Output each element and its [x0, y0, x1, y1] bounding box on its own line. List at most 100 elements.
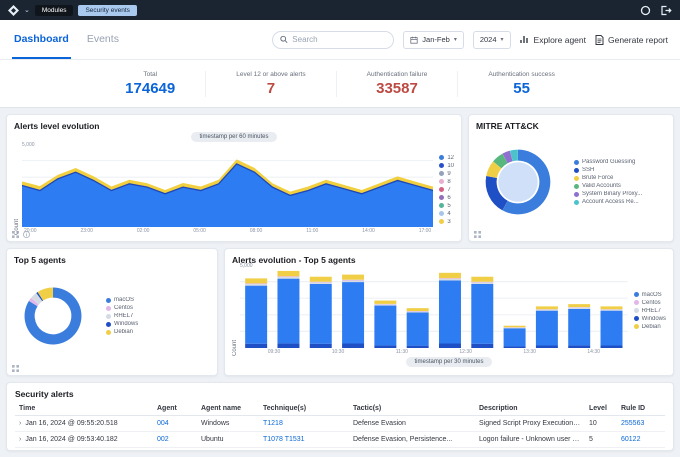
bar-segment-Debian[interactable]	[309, 276, 332, 282]
bar-segment-Centos[interactable]	[438, 278, 461, 279]
modules-breadcrumb-chip[interactable]: Modules	[34, 4, 74, 16]
bar-segment-Centos[interactable]	[309, 281, 332, 283]
bar-segment-macOS[interactable]	[309, 283, 332, 344]
donut-slice-RHEL7[interactable]	[31, 293, 43, 305]
legend-item[interactable]: 8	[439, 179, 454, 185]
bar-segment-macOS[interactable]	[535, 310, 558, 346]
column-header-time[interactable]: Time	[15, 402, 153, 416]
agent-id-link[interactable]: 004	[157, 420, 169, 427]
technique-link[interactable]: T1531	[285, 436, 305, 443]
column-header-agent[interactable]: Agent	[153, 402, 197, 416]
bar-segment-Centos[interactable]	[342, 279, 365, 281]
bar-segment-Debian[interactable]	[503, 325, 526, 328]
panel-grid-icon[interactable]	[12, 231, 19, 238]
bar-segment-RHEL7[interactable]	[600, 309, 623, 311]
info-icon[interactable]	[23, 231, 30, 238]
date-range-select[interactable]: Jan-Feb ▾	[403, 30, 464, 49]
bar-segment-RHEL7[interactable]	[406, 311, 429, 313]
donut-slice-Brute Force[interactable]	[486, 161, 502, 179]
column-header-technique-s-[interactable]: Technique(s)	[259, 402, 349, 416]
generate-report-button[interactable]: Generate report	[595, 34, 668, 45]
chevron-down-icon[interactable]: ⌄	[24, 6, 30, 14]
explore-agent-button[interactable]: Explore agent	[519, 35, 586, 45]
donut-slice-Debian[interactable]	[37, 287, 54, 301]
legend-item[interactable]: 7	[439, 187, 454, 193]
top-agents-donut-chart[interactable]	[14, 277, 92, 355]
bar-segment-macOS[interactable]	[406, 312, 429, 346]
bar-segment-RHEL7[interactable]	[535, 309, 558, 311]
expand-row-icon[interactable]: ›	[19, 436, 21, 443]
column-header-level[interactable]: Level	[585, 402, 617, 416]
column-header-description[interactable]: Description	[475, 402, 585, 416]
panel-grid-icon[interactable]	[12, 365, 19, 372]
expand-row-icon[interactable]: ›	[19, 420, 21, 427]
bar-segment-Debian[interactable]	[374, 300, 397, 304]
bar-segment-macOS[interactable]	[374, 305, 397, 346]
app-logo-icon[interactable]	[8, 4, 19, 16]
rule-id-link[interactable]: 60122	[621, 436, 640, 443]
bar-segment-Centos[interactable]	[245, 283, 268, 285]
bar-segment-Centos[interactable]	[471, 281, 494, 283]
bar-segment-macOS[interactable]	[568, 308, 591, 346]
donut-slice-Windows[interactable]	[36, 292, 44, 302]
security-events-breadcrumb-chip[interactable]: Security events	[78, 4, 137, 16]
legend-item[interactable]: Debian	[106, 329, 138, 335]
panel-grid-icon[interactable]	[474, 231, 481, 238]
bar-segment-macOS[interactable]	[342, 282, 365, 344]
bar-segment-RHEL7[interactable]	[277, 276, 300, 279]
legend-item[interactable]: Centos	[633, 300, 666, 306]
bar-segment-Debian[interactable]	[535, 306, 558, 310]
legend-item[interactable]: SSH	[574, 167, 642, 173]
legend-item[interactable]: RHEL7	[633, 308, 666, 314]
bar-segment-Debian[interactable]	[438, 272, 461, 279]
tab-events[interactable]: Events	[85, 20, 121, 59]
legend-item[interactable]: macOS	[633, 292, 666, 298]
bar-chart-svg[interactable]	[240, 265, 628, 348]
legend-item[interactable]: Valid Accounts	[574, 183, 642, 189]
bar-segment-Debian[interactable]	[600, 306, 623, 310]
bar-segment-Debian[interactable]	[471, 276, 494, 282]
agent-id-link[interactable]: 002	[157, 436, 169, 443]
area-chart[interactable]: 5,000 20:00 23:00 02:00 05:00 08:00 11:00 14:0…	[22, 142, 434, 235]
legend-item[interactable]: System Binary Proxy...	[574, 191, 642, 197]
legend-item[interactable]: 6	[439, 195, 454, 201]
mitre-donut-chart[interactable]	[476, 140, 560, 224]
bar-segment-macOS[interactable]	[277, 278, 300, 344]
column-header-tactic-s-[interactable]: Tactic(s)	[349, 402, 475, 416]
technique-link[interactable]: T1078	[263, 436, 283, 443]
legend-item[interactable]: 12	[439, 155, 454, 161]
rule-id-link[interactable]: 255563	[621, 420, 644, 427]
logout-icon[interactable]	[660, 5, 672, 16]
legend-item[interactable]: 10	[439, 163, 454, 169]
bar-segment-macOS[interactable]	[438, 280, 461, 344]
bar-segment-RHEL7[interactable]	[438, 278, 461, 281]
status-ring-icon[interactable]	[640, 5, 651, 16]
technique-link[interactable]: T1218	[263, 420, 283, 427]
donut-slice-System Binary Proxy...[interactable]	[502, 150, 513, 164]
bar-segment-Debian[interactable]	[277, 270, 300, 277]
bar-segment-macOS[interactable]	[471, 283, 494, 344]
legend-item[interactable]: macOS	[106, 297, 138, 303]
donut-slice-Account Access Re...[interactable]	[509, 149, 519, 162]
bar-segment-Centos[interactable]	[277, 276, 300, 277]
bar-segment-Debian[interactable]	[568, 304, 591, 308]
bar-segment-Debian[interactable]	[342, 274, 365, 280]
legend-item[interactable]: 3	[439, 219, 454, 225]
legend-item[interactable]: 5	[439, 203, 454, 209]
bar-segment-RHEL7[interactable]	[309, 282, 332, 284]
column-header-rule-id[interactable]: Rule ID	[617, 402, 665, 416]
column-header-agent-name[interactable]: Agent name	[197, 402, 259, 416]
legend-item[interactable]: 9	[439, 171, 454, 177]
bar-segment-RHEL7[interactable]	[245, 284, 268, 286]
legend-item[interactable]: 4	[439, 211, 454, 217]
area-chart-svg[interactable]	[22, 144, 434, 227]
legend-item[interactable]: Centos	[106, 305, 138, 311]
legend-item[interactable]: Password Guessing	[574, 159, 642, 165]
stacked-bar-chart[interactable]: 5,000 09:30 10:30 11:30 12:30 13:30 14:30	[240, 263, 628, 356]
legend-item[interactable]: Windows	[633, 316, 666, 322]
search-box[interactable]	[272, 30, 395, 49]
donut-slice-Centos[interactable]	[28, 297, 39, 307]
bar-segment-Debian[interactable]	[406, 308, 429, 312]
bar-segment-RHEL7[interactable]	[503, 327, 526, 329]
year-select[interactable]: 2024 ▾	[472, 30, 511, 49]
